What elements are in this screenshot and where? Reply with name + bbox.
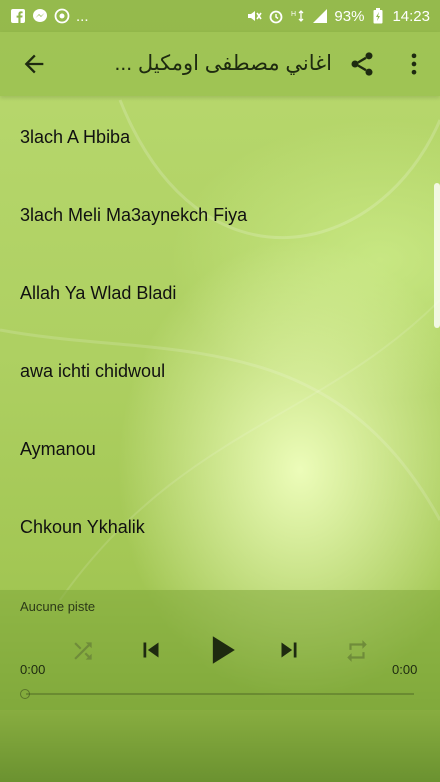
skip-next-icon[interactable] xyxy=(274,635,304,670)
status-bar: ... H 93% 14:23 xyxy=(0,0,440,32)
facebook-icon xyxy=(10,8,26,24)
time-total: 0:00 xyxy=(392,662,418,677)
bottom-area xyxy=(0,710,440,782)
share-icon[interactable] xyxy=(348,50,376,78)
status-time: 14:23 xyxy=(392,7,430,25)
play-icon[interactable] xyxy=(200,628,244,677)
app-bar: اغاني مصطفى اومكيل ... xyxy=(0,32,440,96)
list-item[interactable]: awa ichti chidwoul xyxy=(0,332,440,410)
signal-icon xyxy=(312,8,328,24)
battery-icon xyxy=(370,8,386,24)
page-title: اغاني مصطفى اومكيل ... xyxy=(114,52,332,75)
mute-icon xyxy=(246,8,263,24)
track-label: Aucune piste xyxy=(20,599,96,614)
circle-app-icon xyxy=(54,8,70,24)
player-panel: Aucune piste 0:00 0:00 xyxy=(0,590,440,710)
list-item[interactable]: Allah Ya Wlad Bladi xyxy=(0,254,440,332)
scrollbar-thumb[interactable] xyxy=(434,183,440,328)
repeat-icon[interactable] xyxy=(344,638,370,669)
skip-previous-icon[interactable] xyxy=(136,635,166,670)
svg-text:H: H xyxy=(291,11,296,18)
time-elapsed: 0:00 xyxy=(20,662,46,677)
arrow-back-icon[interactable] xyxy=(20,50,48,78)
seek-bar[interactable] xyxy=(26,693,414,695)
messenger-icon xyxy=(32,8,48,24)
seek-knob[interactable] xyxy=(20,689,30,699)
list-item[interactable]: Chkoun Ykhalik xyxy=(0,488,440,566)
alarm-icon xyxy=(268,8,284,24)
list-item[interactable]: 3lach A Hbiba xyxy=(0,98,440,176)
battery-percent: 93% xyxy=(334,7,365,25)
data-icon: H xyxy=(290,8,306,24)
more-vert-icon[interactable] xyxy=(400,50,428,78)
list-item[interactable]: Aymanou xyxy=(0,410,440,488)
list-item[interactable]: 3lach Meli Ma3aynekch Fiya xyxy=(0,176,440,254)
notification-overflow: ... xyxy=(76,7,89,25)
song-list[interactable]: 3lach A Hbiba 3lach Meli Ma3aynekch Fiya… xyxy=(0,98,440,590)
shuffle-icon[interactable] xyxy=(70,638,96,669)
